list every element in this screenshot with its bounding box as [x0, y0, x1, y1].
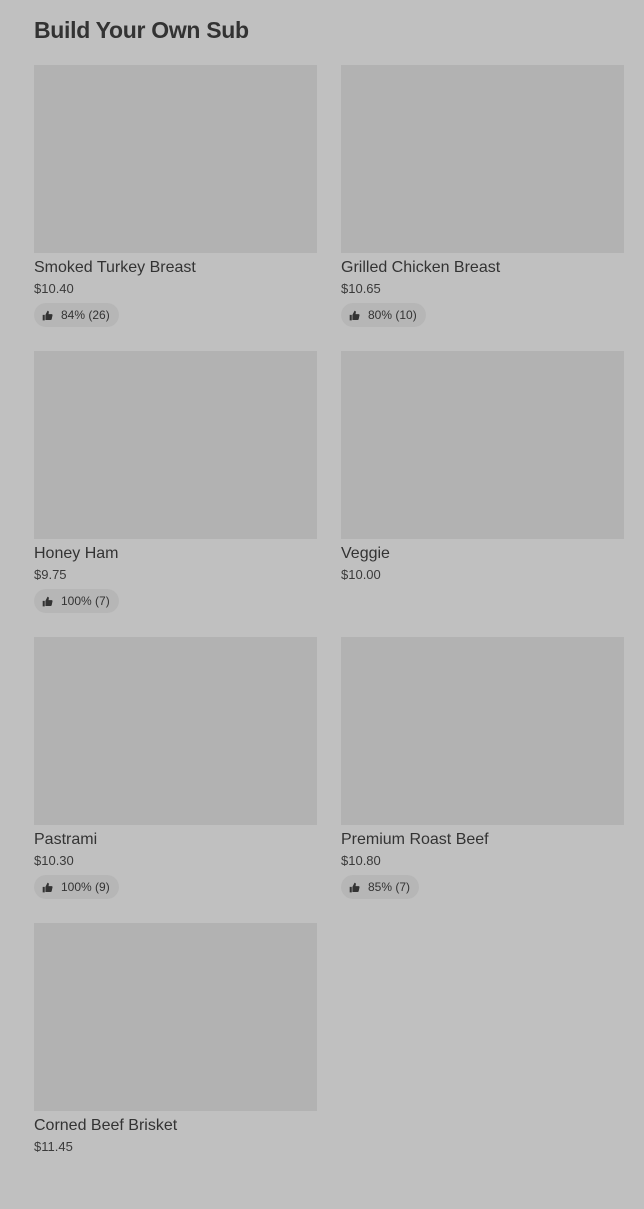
menu-item-card[interactable]: Pastrami $10.30 100% (9)	[34, 637, 317, 923]
rating-text: 84% (26)	[61, 308, 110, 322]
item-image	[341, 65, 624, 253]
item-name: Grilled Chicken Breast	[341, 259, 501, 276]
item-price: $10.65	[341, 281, 381, 296]
item-image	[341, 351, 624, 539]
thumbs-up-icon	[349, 882, 360, 893]
rating-text: 85% (7)	[368, 880, 411, 894]
rating-badge: 100% (7)	[34, 589, 119, 613]
rating-badge: 80% (10)	[341, 303, 426, 327]
menu-item-card[interactable]: Corned Beef Brisket $11.45	[34, 923, 317, 1209]
rating-badge: 100% (9)	[34, 875, 119, 899]
menu-item-card[interactable]: Honey Ham $9.75 100% (7)	[34, 351, 317, 637]
item-price: $10.80	[341, 853, 381, 868]
menu-item-card[interactable]: Grilled Chicken Breast $10.65 80% (10)	[341, 65, 624, 351]
section-title: Build Your Own Sub	[34, 17, 249, 43]
rating-badge: 84% (26)	[34, 303, 119, 327]
rating-badge: 85% (7)	[341, 875, 420, 899]
rating-text: 80% (10)	[368, 308, 417, 322]
menu-item-card[interactable]: Veggie $10.00	[341, 351, 624, 637]
item-image	[34, 637, 317, 825]
menu-item-card[interactable]: Premium Roast Beef $10.80 85% (7)	[341, 637, 624, 923]
item-image	[341, 637, 624, 825]
menu-item-grid: Smoked Turkey Breast $10.40 84% (26) Gri…	[34, 65, 624, 1209]
item-image	[34, 65, 317, 253]
item-image	[34, 923, 317, 1111]
item-name: Pastrami	[34, 831, 98, 848]
item-image	[34, 351, 317, 539]
item-name: Premium Roast Beef	[341, 831, 489, 848]
thumbs-up-icon	[42, 882, 53, 893]
item-name: Smoked Turkey Breast	[34, 259, 196, 276]
thumbs-up-icon	[42, 310, 53, 321]
item-price: $10.30	[34, 853, 74, 868]
rating-text: 100% (7)	[61, 594, 110, 608]
item-name: Corned Beef Brisket	[34, 1117, 178, 1134]
thumbs-up-icon	[349, 310, 360, 321]
item-price: $10.40	[34, 281, 74, 296]
item-price: $9.75	[34, 567, 67, 582]
thumbs-up-icon	[42, 596, 53, 607]
item-name: Honey Ham	[34, 545, 119, 562]
item-price: $11.45	[34, 1139, 73, 1154]
menu-item-card[interactable]: Smoked Turkey Breast $10.40 84% (26)	[34, 65, 317, 351]
rating-text: 100% (9)	[61, 880, 110, 894]
item-price: $10.00	[341, 567, 381, 582]
item-name: Veggie	[341, 545, 390, 562]
